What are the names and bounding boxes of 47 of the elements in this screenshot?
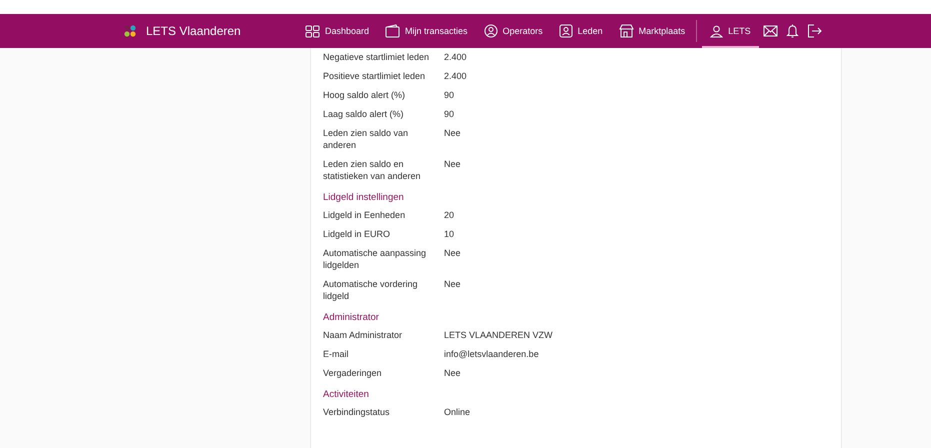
mail-icon[interactable] bbox=[762, 25, 778, 37]
setting-value: 20 bbox=[444, 209, 454, 221]
user-icon bbox=[710, 24, 724, 38]
shop-icon bbox=[618, 24, 634, 38]
setting-value: 10 bbox=[444, 228, 454, 240]
setting-label: Lidgeld in EURO bbox=[323, 228, 392, 240]
setting-value: 90 bbox=[444, 89, 454, 101]
setting-label: Leden zien saldo van anderen bbox=[323, 127, 410, 151]
setting-value: 2.400 bbox=[444, 70, 467, 82]
section-title: Lidgeld instellingen bbox=[323, 191, 405, 205]
setting-label: Automatische vordering lidgeld bbox=[323, 278, 419, 302]
grid-icon bbox=[305, 24, 320, 38]
setting-value: info@letsvlaanderen.be bbox=[444, 348, 539, 360]
setting-label: Leden zien saldo en statistieken van anderen bbox=[323, 158, 422, 182]
setting-value: Nee bbox=[444, 158, 461, 171]
nav-link[interactable]: Dashboard bbox=[297, 14, 378, 48]
nav-link[interactable]: Operators bbox=[476, 14, 551, 48]
setting-label: Hoog saldo alert (%) bbox=[323, 89, 406, 101]
wallet-icon bbox=[385, 24, 400, 38]
setting-value: 90 bbox=[444, 108, 454, 120]
logout-icon[interactable] bbox=[806, 24, 822, 38]
setting-label: Vergaderingen bbox=[323, 367, 383, 379]
setting-value: Online bbox=[444, 406, 470, 418]
setting-label: E-mail bbox=[323, 348, 350, 360]
setting-label: Positieve startlimiet leden bbox=[323, 70, 426, 82]
setting-value: Nee bbox=[444, 247, 461, 260]
section-title: Administrator bbox=[323, 311, 380, 325]
setting-value: Nee bbox=[444, 367, 461, 379]
user-icon bbox=[558, 24, 573, 38]
section-title: Activiteiten bbox=[323, 388, 370, 402]
nav-link[interactable]: Leden bbox=[550, 14, 611, 48]
setting-value: Nee bbox=[444, 127, 461, 140]
setting-value: 2.400 bbox=[444, 51, 467, 63]
nav-link[interactable]: Marktplaats bbox=[610, 14, 694, 48]
setting-value: Nee bbox=[444, 278, 461, 291]
setting-label: Naam Administrator bbox=[323, 329, 404, 341]
setting-label: Verbindingstatus bbox=[323, 406, 391, 418]
notifications-icon[interactable] bbox=[786, 24, 799, 38]
setting-label: Negatieve startlimiet leden bbox=[323, 51, 430, 63]
nav-link[interactable]: Mijn transacties bbox=[377, 14, 476, 48]
setting-label: Automatische aanpassing lidgelden bbox=[323, 247, 428, 271]
setting-value: LETS VLAANDEREN VZW bbox=[444, 329, 553, 341]
setting-label: Laag saldo alert (%) bbox=[323, 108, 405, 120]
setting-label: Lidgeld in Eenheden bbox=[323, 209, 406, 221]
brand-name[interactable]: LETS Vlaanderen bbox=[146, 24, 241, 38]
logo-icon bbox=[123, 25, 137, 37]
user-icon bbox=[484, 24, 498, 38]
